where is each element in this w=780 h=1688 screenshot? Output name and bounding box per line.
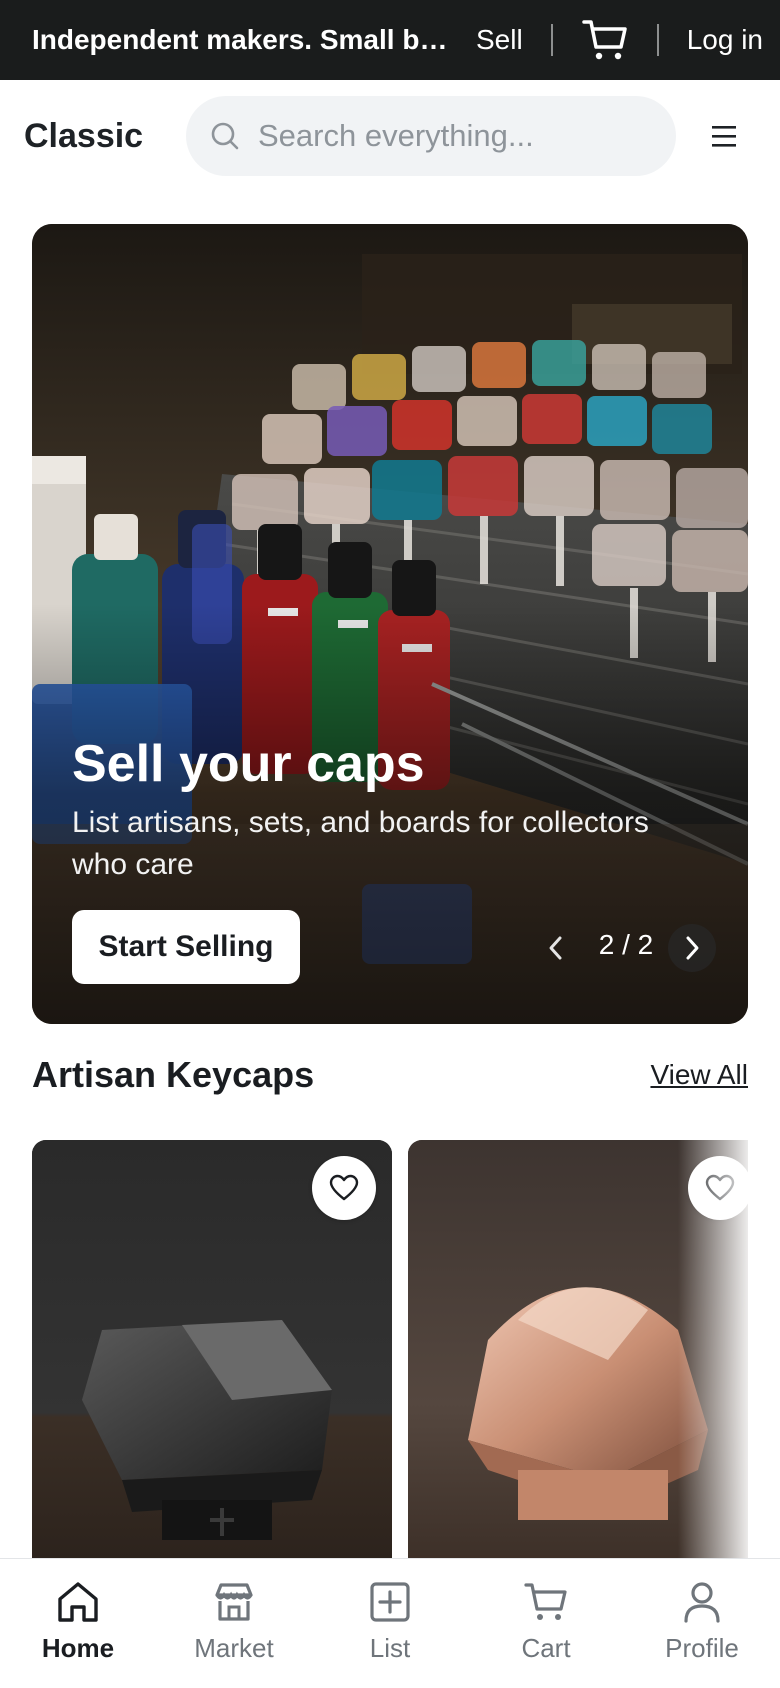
- nav-label: Cart: [521, 1633, 571, 1663]
- nav-item-list[interactable]: List: [312, 1559, 468, 1688]
- carousel-edge-fade: [678, 1140, 748, 1560]
- hero-subtitle: List artisans, sets, and boards for coll…: [72, 806, 649, 881]
- carousel-counter: 2 / 2: [598, 929, 654, 960]
- nav-item-market[interactable]: Market: [156, 1559, 312, 1688]
- login-link[interactable]: Log in: [687, 24, 763, 56]
- heart-icon: [329, 1174, 359, 1201]
- chevron-right-icon: [686, 936, 699, 960]
- nav-label: Home: [41, 1633, 115, 1663]
- search-input[interactable]: [256, 117, 636, 155]
- user-icon: [684, 1582, 720, 1623]
- sell-link[interactable]: Sell: [476, 24, 523, 56]
- brand-logo[interactable]: Classic: [24, 117, 162, 156]
- section-header: Artisan Keycaps View All: [32, 1054, 748, 1096]
- store-icon: [215, 1583, 253, 1621]
- chevron-left-icon: [549, 936, 562, 960]
- bottom-nav: Home Market List Cart Profile: [0, 1558, 780, 1688]
- carousel-next-button[interactable]: [668, 924, 716, 972]
- divider: [550, 24, 553, 56]
- plus-square-icon: [370, 1582, 410, 1622]
- nav-item-cart[interactable]: Cart: [468, 1559, 624, 1688]
- product-card[interactable]: [32, 1140, 392, 1560]
- cart-icon: [581, 20, 627, 60]
- divider: [656, 24, 659, 56]
- hamburger-menu-icon: [712, 126, 736, 147]
- hero-banner: Sell your caps List artisans, sets, and …: [32, 224, 748, 1024]
- announcement-text: Independent makers. Small batches.: [32, 24, 462, 55]
- nav-label: Profile: [665, 1633, 739, 1663]
- section-title: Artisan Keycaps: [32, 1054, 315, 1095]
- nav-label: Market: [194, 1633, 274, 1663]
- menu-button[interactable]: [700, 112, 748, 160]
- favorite-button[interactable]: [312, 1156, 376, 1220]
- home-icon: [58, 1582, 98, 1622]
- start-selling-button[interactable]: Start Selling: [72, 910, 300, 984]
- announcement-bar: Independent makers. Small batches. Sell …: [0, 0, 780, 80]
- hero-title: Sell your caps: [72, 735, 425, 793]
- nav-item-profile[interactable]: Profile: [624, 1559, 780, 1688]
- nav-item-home[interactable]: Home: [0, 1559, 156, 1688]
- search-bar[interactable]: [186, 96, 676, 176]
- nav-label: List: [369, 1633, 411, 1663]
- cart-icon: [524, 1583, 567, 1620]
- cart-button[interactable]: [581, 17, 629, 63]
- site-header: Classic: [0, 80, 780, 192]
- product-carousel[interactable]: [32, 1140, 748, 1560]
- search-icon: [211, 122, 239, 150]
- view-all-link[interactable]: View All: [650, 1059, 748, 1091]
- carousel-prev-button[interactable]: [532, 924, 580, 972]
